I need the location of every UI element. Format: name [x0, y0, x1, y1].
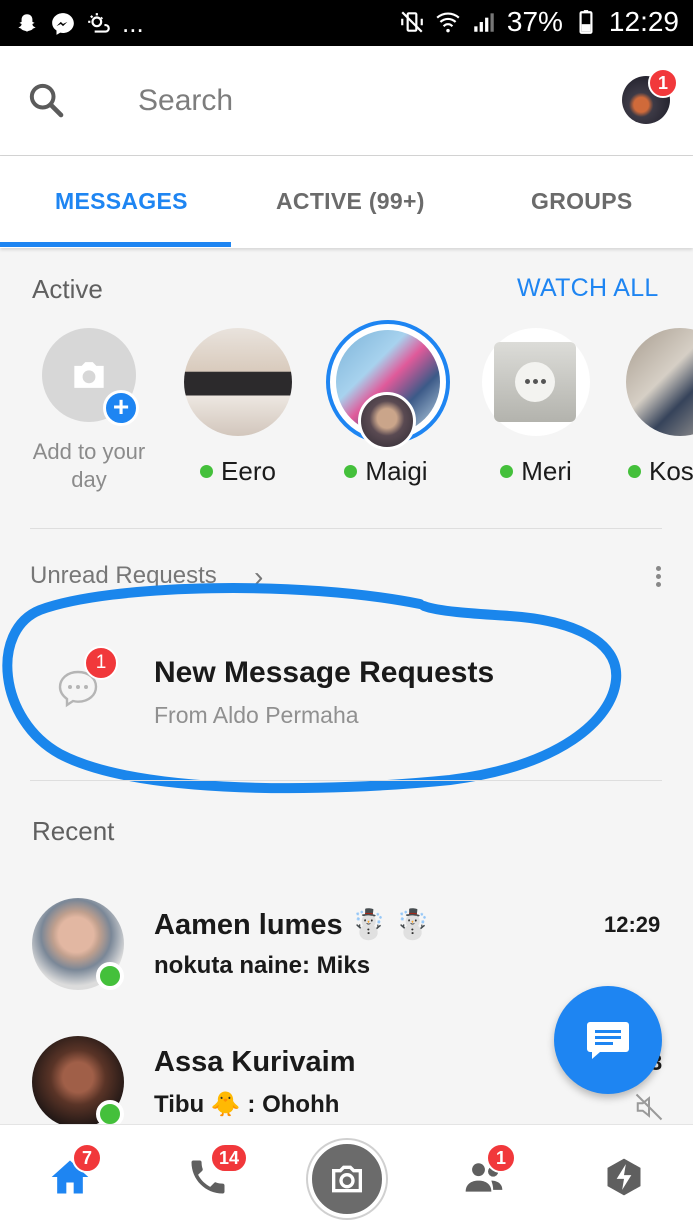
online-indicator [200, 465, 214, 478]
active-section-title: Active [32, 274, 103, 304]
tab-active[interactable]: ACTIVE (99+) [276, 188, 425, 215]
conversation-preview: Tibu 🐥 : Ohohh [154, 1091, 340, 1118]
search-input[interactable]: Search [138, 84, 233, 118]
compose-button[interactable] [554, 986, 662, 1094]
camera-icon [332, 1165, 362, 1193]
request-count-badge: 1 [84, 646, 118, 680]
recent-section-title: Recent [32, 816, 115, 846]
active-tab-indicator [0, 242, 231, 247]
profile-notification-badge: 1 [648, 68, 678, 98]
person-name: Meri [521, 456, 572, 486]
avatar [184, 328, 292, 436]
conversation-preview: nokuta naine: Miks [154, 952, 371, 979]
conversation-time: 12:29 [604, 912, 661, 937]
active-person-maigi[interactable]: Maigi [326, 320, 450, 486]
bottom-navigation: 7 14 1 [0, 1124, 693, 1232]
home-badge: 7 [72, 1143, 102, 1173]
tab-bar: MESSAGES ACTIVE (99+) GROUPS [0, 156, 693, 248]
active-person-kos[interactable]: Kos [626, 328, 693, 498]
battery-icon [579, 10, 593, 34]
muted-icon [635, 1093, 663, 1121]
compose-message-icon [587, 1022, 629, 1059]
person-name: Maigi [365, 456, 428, 486]
messenger-icon [52, 12, 74, 35]
person-name: Eero [221, 456, 276, 486]
status-more: ... [122, 8, 144, 38]
socket-image [494, 342, 576, 422]
wifi-icon [436, 12, 460, 33]
top-bar: Search 1 [0, 46, 693, 156]
story-thumb [358, 392, 416, 450]
add-plus-icon: + [103, 390, 139, 426]
unread-requests-header[interactable]: Unread Requests [30, 562, 217, 590]
conversation-name: Aamen lumes ☃️ ☃️ [154, 909, 431, 941]
avatar [626, 328, 693, 436]
avatar [482, 328, 590, 436]
calls-badge: 14 [210, 1143, 249, 1173]
discover-lightning-icon[interactable] [602, 1155, 646, 1199]
online-indicator [500, 465, 514, 478]
search-icon[interactable] [26, 80, 66, 120]
add-to-day-label: Add to your day [32, 439, 146, 492]
people-badge: 1 [486, 1143, 516, 1173]
clock: 12:29 [608, 6, 679, 37]
camera-icon [74, 362, 104, 388]
divider [30, 528, 662, 529]
divider [30, 780, 662, 781]
tab-groups[interactable]: GROUPS [531, 188, 632, 215]
watch-all-link[interactable]: WATCH ALL [517, 274, 659, 303]
chevron-right-icon[interactable]: › [254, 561, 263, 593]
camera-button[interactable] [308, 1140, 386, 1218]
hand-drawn-circle-annotation [2, 583, 622, 794]
signal-icon [474, 13, 494, 32]
battery-percent: 37% [506, 6, 563, 37]
message-requests-subtitle: From Aldo Permaha [154, 702, 359, 728]
more-options-icon[interactable] [652, 566, 664, 590]
online-indicator [96, 962, 124, 990]
conversation-name: Assa Kurivaim [154, 1046, 356, 1078]
person-name: Kos [649, 456, 693, 486]
vibrate-mute-icon [401, 11, 423, 33]
status-bar: ... 37% 12:29 [0, 0, 693, 46]
online-indicator [628, 465, 641, 478]
active-person-eero[interactable]: Eero [184, 328, 294, 486]
snapchat-icon [18, 13, 36, 32]
weather-icon [88, 12, 110, 33]
active-person-meri[interactable]: Meri [482, 328, 592, 486]
online-indicator [344, 465, 358, 478]
tab-messages[interactable]: MESSAGES [55, 188, 188, 215]
message-requests-title[interactable]: New Message Requests [154, 656, 494, 690]
